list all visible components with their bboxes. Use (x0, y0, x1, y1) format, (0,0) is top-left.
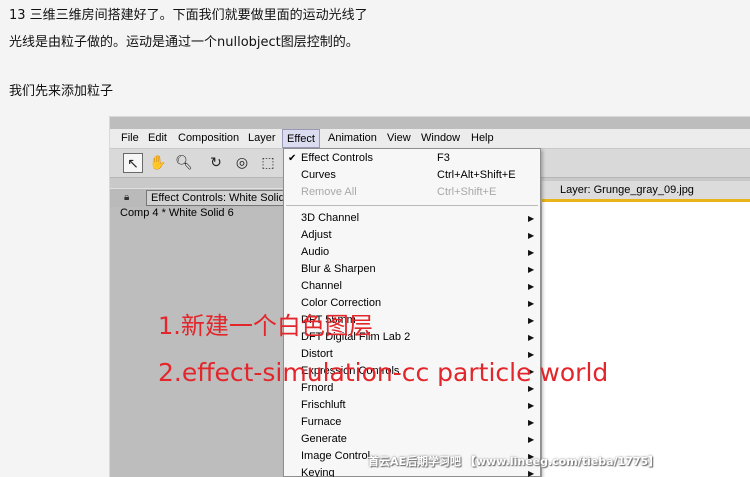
menu-view[interactable]: View (387, 132, 411, 144)
submenu-arrow-icon: ▶ (528, 231, 535, 240)
layer-viewer (542, 202, 750, 477)
lock-icon[interactable]: 🔒︎ (124, 192, 129, 203)
layer-panel-tab[interactable]: Layer: Grunge_gray_09.jpg (542, 181, 750, 202)
menu-animation[interactable]: Animation (328, 132, 377, 144)
pan-behind-icon[interactable]: ⬚ (258, 153, 278, 173)
menu-edit[interactable]: Edit (148, 132, 167, 144)
hand-tool-icon[interactable]: ✋ (148, 153, 168, 173)
menu-item-frischluft[interactable]: Frischluft ▶ (284, 397, 540, 414)
submenu-arrow-icon: ▶ (528, 282, 535, 291)
submenu-arrow-icon: ▶ (528, 265, 535, 274)
menu-help[interactable]: Help (471, 132, 494, 144)
selection-tool-icon[interactable]: ↖ (123, 153, 143, 173)
submenu-arrow-icon: ▶ (528, 333, 535, 342)
submenu-arrow-icon: ▶ (528, 316, 535, 325)
menu-item-3d-channel[interactable]: 3D Channel ▶ (284, 210, 540, 227)
menu-bar: File Edit Composition Layer Effect Anima… (110, 129, 750, 149)
menu-item-audio[interactable]: Audio ▶ (284, 244, 540, 261)
menu-file[interactable]: File (121, 132, 139, 144)
menu-item-adjust[interactable]: Adjust ▶ (284, 227, 540, 244)
zoom-tool-icon[interactable]: 🔍︎ (174, 153, 194, 173)
menu-item-blur-sharpen[interactable]: Blur & Sharpen ▶ (284, 261, 540, 278)
submenu-arrow-icon: ▶ (528, 299, 535, 308)
menu-effect[interactable]: Effect (282, 129, 320, 148)
submenu-arrow-icon: ▶ (528, 435, 535, 444)
menu-item-furnace[interactable]: Furnace ▶ (284, 414, 540, 431)
submenu-arrow-icon: ▶ (528, 418, 535, 427)
submenu-arrow-icon: ▶ (528, 248, 535, 257)
article-line-3: 我们先来添加粒子 (9, 84, 114, 99)
comp-layer-label: Comp 4 * White Solid 6 (120, 207, 234, 219)
menu-item-effect-controls[interactable]: ✔ Effect Controls F3 (284, 150, 540, 167)
menu-window[interactable]: Window (421, 132, 460, 144)
annotation-step-2: 2.effect-simulation-cc particle world (158, 358, 609, 387)
effect-controls-tab-label: Effect Controls: White Solid (146, 190, 290, 206)
menu-item-channel[interactable]: Channel ▶ (284, 278, 540, 295)
checkmark-icon: ✔ (288, 153, 297, 164)
menu-composition[interactable]: Composition (178, 132, 239, 144)
after-effects-screenshot: File Edit Composition Layer Effect Anima… (109, 116, 750, 477)
camera-orbit-icon[interactable]: ◎ (232, 153, 252, 173)
submenu-arrow-icon: ▶ (528, 214, 535, 223)
effect-controls-tab[interactable]: 🔒︎ Effect Controls: White Solid (110, 188, 290, 207)
rotate-tool-icon[interactable]: ↻ (206, 153, 226, 173)
article-line-2: 光线是由粒子做的。运动是通过一个nullobject图层控制的。 (9, 35, 359, 50)
submenu-arrow-icon: ▶ (528, 401, 535, 410)
layer-tab-label: Layer: Grunge_gray_09.jpg (560, 184, 694, 196)
menu-item-generate[interactable]: Generate ▶ (284, 431, 540, 448)
annotation-step-1: 1.新建一个白色图层 (158, 312, 373, 340)
menu-layer[interactable]: Layer (248, 132, 276, 144)
watermark: 首云AE后期学习吧 【www.lineeg.com/tieba/1775】 (368, 455, 660, 468)
menu-item-remove-all: Remove All Ctrl+Shift+E (301, 186, 497, 198)
menu-separator (286, 205, 538, 206)
menu-item-curves[interactable]: Curves Ctrl+Alt+Shift+E (284, 167, 540, 184)
article-line-1: 13 三维三维房间搭建好了。下面我们就要做里面的运动光线了 (9, 8, 368, 23)
